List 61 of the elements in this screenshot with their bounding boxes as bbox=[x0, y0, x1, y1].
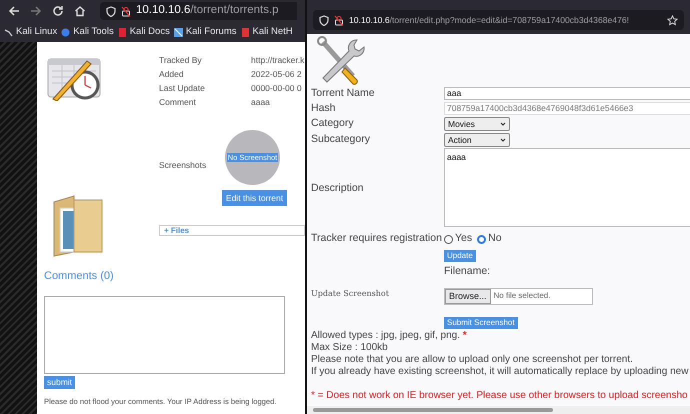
upload-note: Allowed types : jpg, jpeg, gif, png. * bbox=[311, 330, 468, 342]
back-icon[interactable] bbox=[8, 5, 20, 17]
detail-label: Added bbox=[159, 68, 185, 80]
forward-icon[interactable] bbox=[30, 5, 42, 17]
bookmark-link[interactable]: Kali NetH bbox=[240, 24, 293, 40]
upload-note: Please note that you are allow to upload only one screenshot per torrent. bbox=[311, 354, 634, 366]
bookmark-link[interactable]: Kali Tools bbox=[61, 24, 114, 40]
dropdown[interactable]: Movies bbox=[444, 117, 510, 131]
upload-note: Max Size : 100kb bbox=[311, 342, 389, 354]
upload-note: If you already have existing screenshot, it will automatically replace by uploading new bbox=[311, 366, 690, 378]
tools-icon bbox=[315, 36, 365, 86]
screenshots-label: Screenshots bbox=[159, 159, 206, 172]
detail-label: Tracked By bbox=[159, 54, 203, 66]
update-screenshot-label: Update Screenshot bbox=[311, 288, 390, 300]
url-text: 10.10.10.6/torrent/edit.php?mode=edit&id=708759a17400cb3d4368e476! bbox=[349, 14, 630, 26]
detail-value: aaaa bbox=[251, 96, 270, 108]
bookmark-icon bbox=[174, 28, 183, 36]
field-label: Torrent Name bbox=[311, 86, 376, 101]
no-file-text: No file selected. bbox=[494, 290, 550, 302]
description-field[interactable]: aaaa bbox=[444, 148, 690, 227]
radio-button[interactable] bbox=[444, 234, 453, 244]
address-bar[interactable]: 10.10.10.6/torrent/torrents.p bbox=[100, 2, 297, 20]
home-icon[interactable] bbox=[74, 5, 86, 17]
scrollbar-thumb[interactable] bbox=[313, 408, 553, 412]
detail-value: http://tracker.k bbox=[251, 54, 304, 66]
radio-button[interactable] bbox=[477, 234, 486, 244]
bookmark-link[interactable]: Kali Forums bbox=[174, 24, 237, 40]
insecure-lock-icon bbox=[121, 6, 131, 16]
bookmark-icon bbox=[118, 28, 127, 36]
comments-heading: Comments (0) bbox=[44, 269, 114, 284]
field-label: Hash bbox=[311, 100, 337, 116]
shield-icon bbox=[319, 14, 329, 26]
detail-value: 0000-00-00 0 bbox=[251, 82, 302, 94]
torrent-name-field[interactable]: aaa bbox=[444, 87, 690, 100]
star-icon[interactable] bbox=[667, 14, 678, 26]
browse-button[interactable]: Browse... bbox=[445, 288, 491, 304]
field-label: Subcategory bbox=[311, 132, 371, 148]
registration-label: Tracker requires registration bbox=[311, 231, 441, 246]
detail-label: Last Update bbox=[159, 82, 206, 94]
field-label: Category bbox=[311, 116, 355, 132]
url-text: 10.10.10.6/torrent/torrents.p bbox=[136, 3, 279, 18]
detail-label: Comment bbox=[159, 96, 197, 108]
field-label: Description bbox=[311, 180, 365, 196]
reload-icon[interactable] bbox=[52, 5, 64, 17]
comment-field[interactable] bbox=[44, 296, 285, 374]
radio-label: Yes bbox=[455, 231, 472, 246]
bookmark-icon bbox=[4, 28, 13, 36]
address-bar[interactable]: 10.10.10.6/torrent/edit.php?mode=edit&id=708759a17400cb3d4368e476! bbox=[313, 10, 684, 30]
hash-field[interactable]: 708759a17400cb3d4368e4769048f3d61e5466e3 bbox=[444, 102, 690, 115]
file-input[interactable]: Browse... No file selected. bbox=[444, 288, 593, 304]
ie-warning-text: * = Does not work on IE browser yet. Please use other browsers to upload screensho bbox=[311, 389, 689, 404]
bookmark-link[interactable]: Kali Linux bbox=[4, 24, 58, 40]
filename-label: Filename: bbox=[444, 264, 490, 277]
insecure-lock-icon bbox=[334, 14, 344, 26]
detail-value: 2022-05-06 2 bbox=[251, 68, 302, 80]
bookmark-link[interactable]: Kali Docs bbox=[118, 24, 170, 40]
shield-icon bbox=[106, 6, 116, 16]
dropdown[interactable]: Action bbox=[444, 133, 510, 147]
bookmark-icon bbox=[240, 28, 250, 36]
radio-label: No bbox=[488, 231, 502, 246]
bookmark-icon bbox=[61, 28, 70, 36]
